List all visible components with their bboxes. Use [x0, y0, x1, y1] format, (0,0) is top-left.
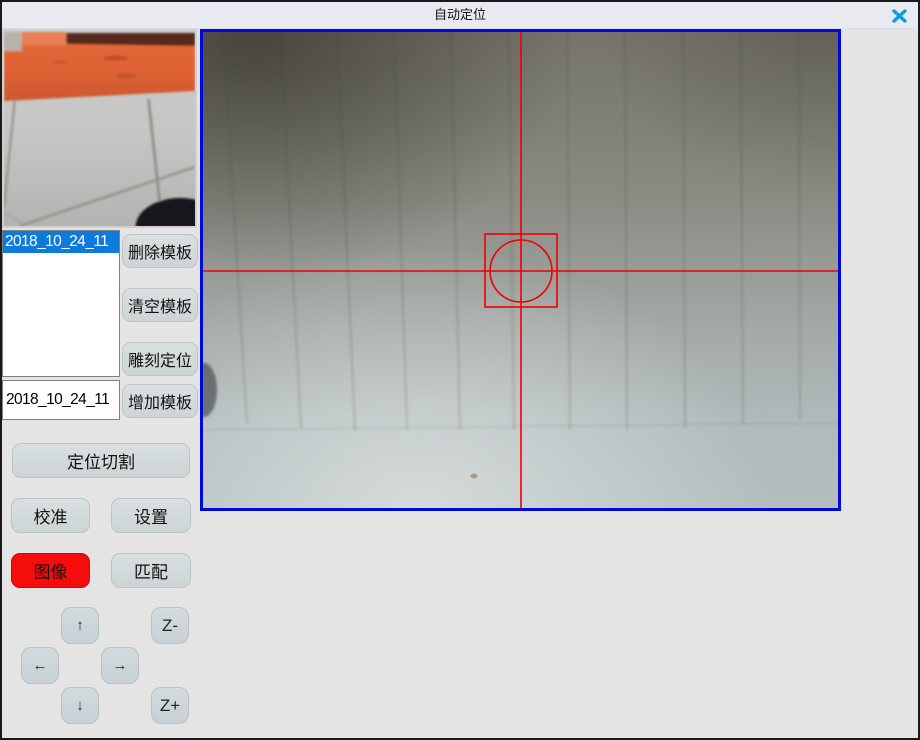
jog-up-button[interactable]: ↑ [61, 607, 99, 644]
template-list[interactable]: 2018_10_24_11 [2, 230, 120, 377]
window-title: 自动定位 [2, 2, 918, 28]
settings-button[interactable]: 设置 [111, 498, 191, 533]
template-preview [2, 29, 197, 228]
jog-left-button[interactable]: ← [21, 647, 59, 684]
image-button[interactable]: 图像 [11, 553, 90, 588]
camera-view[interactable] [200, 29, 841, 511]
clear-templates-button[interactable]: 清空模板 [122, 288, 198, 322]
add-template-button[interactable]: 增加模板 [122, 384, 198, 418]
close-button[interactable] [888, 5, 910, 26]
match-button[interactable]: 匹配 [111, 553, 191, 588]
close-icon [892, 9, 907, 23]
engrave-position-button[interactable]: 雕刻定位 [122, 342, 198, 376]
camera-image [203, 32, 838, 508]
template-thumbnail-image [4, 31, 195, 226]
jog-z-plus-button[interactable]: Z+ [151, 687, 189, 724]
calibrate-button[interactable]: 校准 [11, 498, 90, 533]
template-name-field[interactable] [2, 380, 120, 420]
jog-down-button[interactable]: ↓ [61, 687, 99, 724]
jog-z-minus-button[interactable]: Z- [151, 607, 189, 644]
template-list-item[interactable]: 2018_10_24_11 [3, 231, 119, 253]
jog-right-button[interactable]: → [101, 647, 139, 684]
position-cut-button[interactable]: 定位切割 [12, 443, 190, 478]
title-bar[interactable]: 自动定位 [2, 2, 918, 29]
delete-template-button[interactable]: 删除模板 [122, 234, 198, 268]
